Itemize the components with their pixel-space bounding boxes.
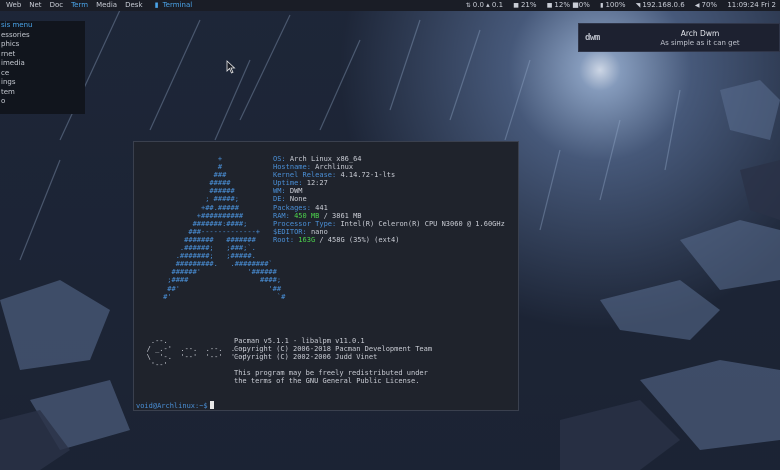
- system-info: OS: Arch Linux x86_64 Hostname: Archlinu…: [273, 155, 505, 244]
- disk-text: 21%: [520, 1, 537, 9]
- pacman-line: Copyright (C) 2006-2018 Pacman Developme…: [234, 345, 433, 354]
- info-row-editor: $EDITOR: nano: [273, 228, 505, 236]
- volume: ◀ 70%: [695, 0, 717, 11]
- info-value: Intel(R) Celeron(R) CPU N3060 @ 1.60GHz: [340, 219, 505, 228]
- info-key: RAM:: [273, 211, 290, 220]
- battery: ▮ 100%: [600, 0, 625, 11]
- info-key: WM:: [273, 187, 286, 196]
- pacman-line: Copyright (C) 2002-2006 Judd Vinet: [234, 353, 378, 362]
- status-area: ⇅ 0.0 ▴ 0.1 ■ 21% ■ 12% ■0% ▮ 100% ◥ 192.168.…: [458, 0, 776, 11]
- top-status-bar: Web Net Doc Term Media Desk ▮ Terminal ⇅ 0.0 ▴ …: [0, 0, 780, 11]
- tag-term[interactable]: Term: [67, 0, 92, 11]
- info-row-root: Root: 163G / 458G (35%) (ext4): [273, 236, 505, 244]
- pacman-line: Pacman v5.1.1 - libalpm v11.0.1: [234, 337, 365, 345]
- info-row-packages: Packages: 441: [273, 204, 505, 212]
- tag-desk[interactable]: Desk: [121, 0, 146, 11]
- window-title: ▮ Terminal: [155, 0, 192, 11]
- info-value-highlight: 163G: [298, 235, 316, 244]
- notification-body: As simple as it can get: [660, 39, 740, 47]
- battery-text: 100%: [605, 1, 626, 9]
- tag-media[interactable]: Media: [92, 0, 121, 11]
- disk-icon: ■: [513, 2, 519, 9]
- net-speed-text: 0.0 ▴ 0.1: [472, 1, 504, 9]
- menu-item-internet[interactable]: rnet: [0, 50, 85, 60]
- info-row-wm: WM: DWM: [273, 187, 505, 195]
- info-key: Packages:: [273, 203, 311, 212]
- info-row-de: DE: None: [273, 195, 505, 203]
- dwm-logo: dwm: [585, 33, 600, 43]
- pacman-line: [234, 361, 432, 369]
- net-speed: ⇅ 0.0 ▴ 0.1: [466, 0, 503, 11]
- speaker-icon: ◀: [694, 2, 700, 9]
- info-row-processor: Processor Type: Intel(R) Celeron(R) CPU …: [273, 220, 505, 228]
- info-key: Kernel Release:: [273, 171, 337, 180]
- network-ip: ◥ 192.168.0.6: [636, 0, 685, 11]
- wifi-icon: ◥: [635, 2, 641, 9]
- pacman-version-text: Pacman v5.1.1 - libalpm v11.0.1 Copyrigh…: [234, 337, 432, 386]
- prompt-text: void@Archlinux:~$: [136, 402, 208, 410]
- notification-popup[interactable]: dwm Arch Dwm As simple as it can get: [578, 23, 780, 52]
- menu-item-system[interactable]: tem: [0, 88, 85, 98]
- info-key: Processor Type:: [273, 219, 337, 228]
- notification-title: Arch Dwm: [680, 29, 720, 38]
- info-value: DWM: [289, 187, 303, 196]
- info-key: DE:: [273, 195, 286, 204]
- clock: 11:09:24 Fri 2: [727, 1, 776, 9]
- memory-text: 12% ■0%: [554, 1, 590, 9]
- layout-icon: ▮: [154, 1, 159, 9]
- tag-doc[interactable]: Doc: [46, 0, 68, 11]
- menu-item-graphics[interactable]: phics: [0, 40, 85, 50]
- info-row-ram: RAM: 450 MB / 3861 MB: [273, 212, 505, 220]
- info-key: Hostname:: [273, 163, 311, 172]
- info-value: nano: [310, 227, 328, 236]
- updown-icon: ⇅: [465, 2, 471, 9]
- memory-usage: ■ 12% ■0%: [547, 0, 590, 11]
- info-key: OS:: [273, 155, 286, 163]
- disk-usage: ■ 21%: [513, 0, 536, 11]
- info-value: 441: [315, 203, 328, 212]
- battery-icon: ▮: [600, 2, 604, 9]
- info-row-kernel: Kernel Release: 4.14.72-1-lts: [273, 171, 505, 179]
- pacman-line: This program may be freely redistributed…: [234, 369, 428, 378]
- pacman-line: the terms of the GNU General Public Lice…: [234, 377, 420, 386]
- tag-net[interactable]: Net: [25, 0, 45, 11]
- terminal-window[interactable]: + # ### ##### ###### ; #####; +##.##### …: [133, 141, 519, 411]
- info-value: / 3861 MB: [319, 211, 362, 220]
- info-value-highlight: 450 MB: [294, 211, 320, 220]
- info-value: / 458G (35%) (ext4): [315, 235, 400, 244]
- ip-text: 192.168.0.6: [642, 1, 685, 9]
- menu-item-accessories[interactable]: essories: [0, 31, 85, 41]
- menu-item-multimedia[interactable]: imedia: [0, 59, 85, 69]
- volume-text: 70%: [701, 1, 718, 9]
- info-value: 4.14.72-1-lts: [340, 171, 396, 180]
- memory-icon: ■: [546, 2, 553, 9]
- menu-item-office[interactable]: ce: [0, 69, 85, 79]
- info-value: 12:27: [306, 179, 328, 188]
- menu-item-settings[interactable]: ings: [0, 78, 85, 88]
- app-menu: sis menu essories phics rnet imedia ce i…: [0, 21, 85, 114]
- mouse-cursor-icon: [226, 60, 236, 74]
- tag-list: Web Net Doc Term Media Desk ▮ Terminal: [2, 0, 192, 11]
- arch-ascii-logo: + # ### ##### ###### ; #####; +##.##### …: [163, 155, 286, 301]
- pacman-ascii-art: .--. / _.-' .--. .--. .--. \ '-. '--' '-…: [146, 337, 248, 370]
- shell-prompt[interactable]: void@Archlinux:~$: [136, 401, 214, 410]
- info-value: Archlinux: [315, 163, 354, 172]
- text-cursor: [209, 401, 214, 409]
- info-row-os: OS: Arch Linux x86_64: [273, 155, 505, 163]
- info-key: Uptime:: [273, 179, 303, 188]
- tag-web[interactable]: Web: [2, 0, 25, 11]
- info-key: $EDITOR:: [273, 227, 307, 236]
- info-row-hostname: Hostname: Archlinux: [273, 163, 505, 171]
- info-key: Root:: [273, 235, 295, 244]
- info-row-uptime: Uptime: 12:27: [273, 179, 505, 187]
- window-title-text: Terminal: [162, 1, 193, 9]
- menu-item-info[interactable]: o: [0, 97, 85, 107]
- menu-title: sis menu: [1, 21, 33, 29]
- info-value: None: [289, 195, 307, 204]
- info-value: Arch Linux x86_64: [289, 155, 362, 163]
